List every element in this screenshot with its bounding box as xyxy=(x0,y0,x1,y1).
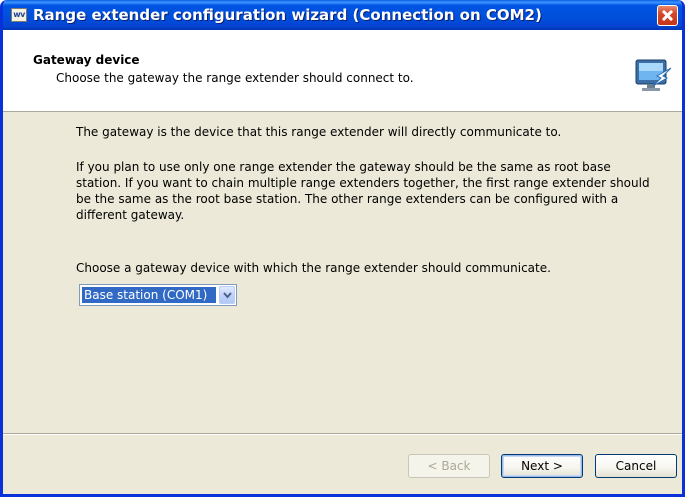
app-icon: wv xyxy=(11,8,27,22)
description-paragraph: The gateway is the device that this rang… xyxy=(76,125,562,139)
wizard-window: wv Range extender configuration wizard (… xyxy=(0,0,685,497)
explanation-paragraph: If you plan to use only one range extend… xyxy=(76,160,650,222)
gateway-select[interactable]: Base station (COM1) xyxy=(79,284,237,306)
wizard-content: The gateway is the device that this rang… xyxy=(3,112,682,432)
cancel-button[interactable]: Cancel xyxy=(595,454,677,478)
gateway-select-value: Base station (COM1) xyxy=(82,287,216,303)
dropdown-arrow-button[interactable] xyxy=(219,286,235,304)
back-button[interactable]: < Back xyxy=(408,454,490,478)
gateway-prompt: Choose a gateway device with which the r… xyxy=(76,261,551,275)
connection-wizard-icon xyxy=(635,59,672,91)
page-title: Gateway device xyxy=(33,53,140,67)
page-subtitle: Choose the gateway the range extender sh… xyxy=(56,71,414,85)
title-bar[interactable]: wv Range extender configuration wizard (… xyxy=(3,0,682,30)
footer-divider xyxy=(3,433,682,435)
chevron-down-icon xyxy=(223,292,232,299)
close-button[interactable] xyxy=(657,5,678,26)
window-title: Range extender configuration wizard (Con… xyxy=(33,6,542,24)
next-button[interactable]: Next > xyxy=(501,454,583,478)
wizard-header: Gateway device Choose the gateway the ra… xyxy=(3,30,682,112)
